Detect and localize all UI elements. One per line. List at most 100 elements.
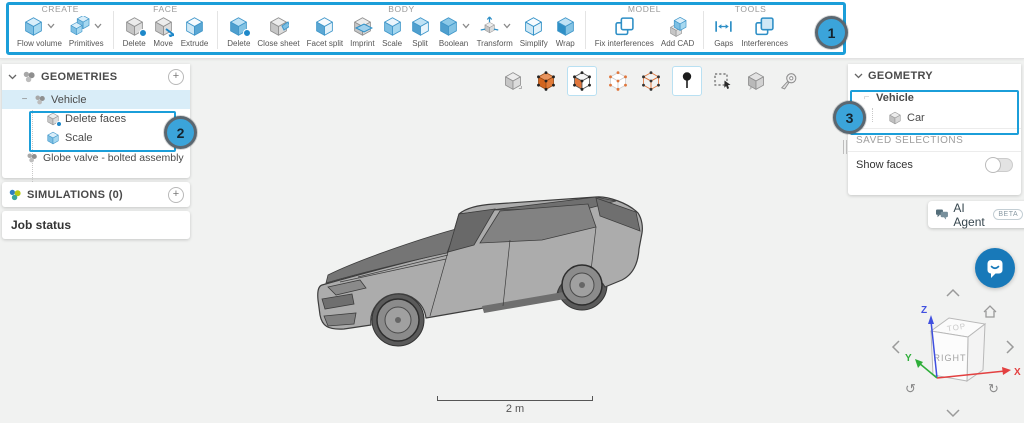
face-move-icon (153, 16, 174, 37)
flow-volume-button[interactable]: Flow volume (17, 15, 62, 48)
geometry-panel: GEOMETRY ⌐ Vehicle Car SAVED SELECTIONS … (848, 64, 1021, 195)
tree-item-car[interactable]: Car (848, 107, 1021, 128)
gaps-button[interactable]: Gaps (713, 15, 734, 48)
fix-interferences-button[interactable]: Fix interferences (595, 15, 654, 48)
edge-select-icon[interactable] (639, 69, 663, 93)
toolbar-divider (703, 11, 704, 49)
body-delete-button[interactable]: Delete (227, 15, 250, 48)
chevron-down-icon[interactable] (854, 73, 863, 79)
group-label-model: MODEL (595, 4, 695, 14)
panel-resize-handle[interactable] (843, 140, 847, 154)
callout-badge-1: 1 (815, 16, 848, 49)
job-status-panel[interactable]: Job status (2, 211, 190, 239)
chevron-down-icon[interactable] (503, 23, 511, 29)
view-cube-right-label: RIGHT (934, 353, 967, 363)
rotate-ccw-icon[interactable]: ↺ (905, 381, 916, 396)
delete-faces-icon (46, 112, 60, 126)
facet-split-icon (314, 16, 335, 37)
view-cube[interactable]: TOP RIGHT (931, 318, 985, 381)
chevron-down-icon[interactable] (94, 23, 102, 29)
collapse-toggle-icon[interactable]: − (20, 94, 29, 105)
toolbar-group-model: MODEL Fix interferences Add CAD (588, 1, 702, 55)
support-chat-button[interactable] (975, 248, 1015, 288)
chevron-down-icon[interactable] (8, 74, 17, 80)
front-wheel (377, 299, 419, 341)
facet-split-button[interactable]: Facet split (307, 15, 343, 48)
boolean-button[interactable]: Boolean (438, 15, 470, 48)
scale-button[interactable]: Scale (382, 15, 403, 48)
hidden-geometry-icon[interactable] (744, 69, 768, 93)
face-delete-button[interactable]: Delete (123, 15, 146, 48)
group-label-face: FACE (123, 4, 209, 14)
main-toolbar: CREATE Flow volume Primitives FACE (0, 0, 1024, 59)
rotate-cw-icon[interactable]: ↻ (988, 381, 999, 396)
simplify-button[interactable]: Simplify (520, 15, 548, 48)
add-simulation-button[interactable]: + (168, 187, 184, 203)
toolbar-group-body: BODY Delete Close sheet Facet split Impr… (220, 1, 582, 55)
group-label-create: CREATE (17, 4, 104, 14)
volume-select-icon[interactable] (534, 69, 558, 93)
scale-icon (382, 16, 403, 37)
vehicle-geometry-icon (34, 94, 46, 106)
face-move-button[interactable]: Move (153, 15, 174, 48)
tree-item-scale[interactable]: Scale (2, 128, 190, 147)
simulations-icon (8, 188, 22, 202)
ai-agent-button[interactable]: AI Agent BETA (928, 201, 1024, 228)
callout-badge-2: 2 (164, 116, 197, 149)
rotate-up-chevron[interactable] (947, 290, 959, 296)
body-select-icon[interactable] (501, 69, 525, 93)
toolbar-divider (113, 11, 114, 49)
add-cad-button[interactable]: Add CAD (661, 15, 694, 48)
rotate-left-chevron[interactable] (893, 341, 899, 353)
geometries-icon (22, 70, 36, 84)
group-label-body: BODY (227, 4, 575, 14)
tree-item-vehicle[interactable]: − Vehicle (2, 90, 190, 109)
split-button[interactable]: Split (410, 15, 431, 48)
navigation-cube-widget: ↺ ↻ TOP RIGHT Z Y X (885, 285, 1024, 423)
scale-operation-icon (46, 131, 60, 145)
face-extrude-button[interactable]: Extrude (181, 15, 209, 48)
chevron-down-icon[interactable] (462, 23, 470, 29)
rotate-down-chevron[interactable] (947, 410, 959, 416)
geometries-panel: GEOMETRIES + − Vehicle Delete faces Scal… (2, 64, 190, 178)
show-faces-label: Show faces (856, 159, 913, 171)
add-geometry-button[interactable]: + (168, 69, 184, 85)
show-faces-toggle[interactable] (986, 158, 1013, 172)
scale-bar-line (437, 396, 593, 401)
interferences-button[interactable]: Interferences (741, 15, 788, 48)
transform-icon (479, 16, 500, 37)
car-geometry-icon (888, 111, 902, 125)
imprint-button[interactable]: Imprint (350, 15, 374, 48)
body-delete-icon (228, 16, 249, 37)
ai-agent-chat-icon (936, 208, 948, 221)
rear-wheel (562, 265, 602, 305)
tree-item-globe-valve[interactable]: Globe valve - bolted assembly (2, 147, 190, 168)
chat-bubble-icon (985, 258, 1005, 279)
close-sheet-button[interactable]: Close sheet (257, 15, 299, 48)
measure-icon[interactable] (777, 69, 801, 93)
toolbar-group-create: CREATE Flow volume Primitives (10, 1, 111, 55)
add-cad-icon (667, 16, 688, 37)
tree-item-delete-faces[interactable]: Delete faces (2, 109, 190, 128)
geometries-title: GEOMETRIES (41, 71, 163, 83)
scale-bar-label: 2 m (437, 403, 593, 415)
transform-button[interactable]: Transform (477, 15, 513, 48)
box-select-icon[interactable] (711, 69, 735, 93)
close-sheet-icon (268, 16, 289, 37)
collapse-toggle-icon[interactable]: ⌐ (862, 92, 871, 103)
toolbar-divider (217, 11, 218, 49)
split-icon (410, 16, 431, 37)
primitives-button[interactable]: Primitives (69, 15, 104, 48)
chevron-down-icon[interactable] (47, 23, 55, 29)
show-faces-row: Show faces (848, 151, 1021, 178)
car-3d-model[interactable] (298, 183, 663, 360)
rotate-right-chevron[interactable] (1007, 341, 1013, 353)
wrap-button[interactable]: Wrap (555, 15, 576, 48)
job-status-title: Job status (2, 211, 190, 239)
face-extrude-icon (184, 16, 205, 37)
face-select-icon[interactable] (567, 66, 597, 96)
probe-point-icon[interactable] (672, 66, 702, 96)
home-view-icon[interactable] (984, 306, 996, 317)
vertex-select-icon[interactable] (606, 69, 630, 93)
tree-item-vehicle-right[interactable]: ⌐ Vehicle (848, 88, 1021, 107)
